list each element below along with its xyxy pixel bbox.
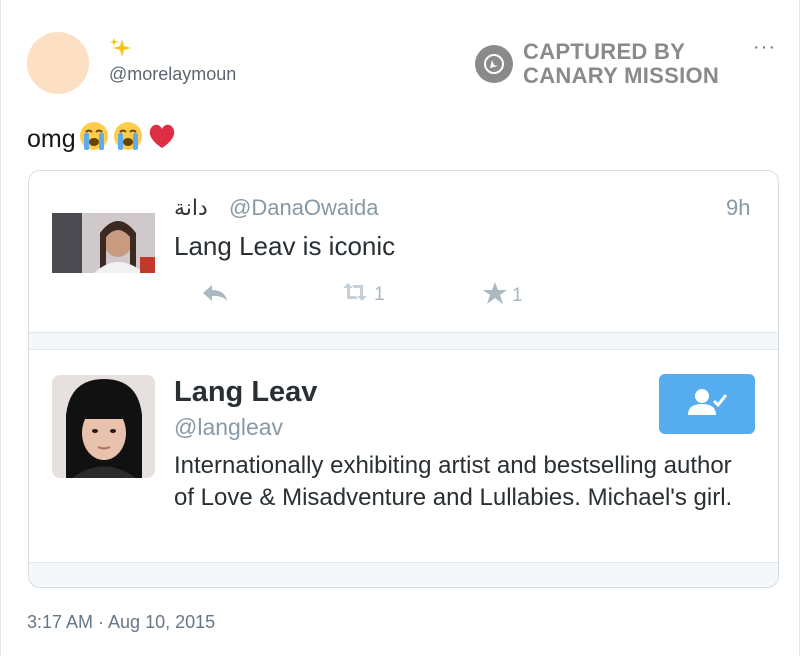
quoted-author-avatar[interactable] [52,213,155,273]
heart-icon [146,120,178,159]
watermark-line-1: CAPTURED BY [523,39,686,64]
user-card-avatar[interactable] [52,375,155,478]
crying-face-icon [78,120,110,159]
tweet-body: omg [27,120,178,159]
quoted-card[interactable]: دانة @DanaOwaida 9h Lang Leav is iconic [28,170,779,588]
quoted-tweet[interactable]: دانة @DanaOwaida 9h Lang Leav is iconic [29,171,778,333]
user-card[interactable]: Lang Leav @langleav Internationally exhi… [29,349,778,563]
favorite-count: 1 [512,285,523,306]
user-card-bio: Internationally exhibiting artist and be… [174,452,733,511]
author-avatar[interactable] [27,32,89,94]
quoted-author-handle[interactable]: @DanaOwaida [229,195,379,221]
quoted-author-name[interactable]: دانة [174,195,208,221]
tweet-text: omg [27,125,76,153]
quoted-text: Lang Leav is iconic [174,231,396,261]
quoted-actions: 1 1 [174,281,534,311]
reply-icon[interactable] [200,281,230,305]
tweet-timestamp[interactable]: 3:17 AM · Aug 10, 2015 [27,612,215,633]
retweet-button[interactable]: 1 [340,281,385,309]
retweet-count: 1 [374,284,385,305]
tweet-frame: @morelaymoun CAPTURED BY CANARY MISSION … [0,0,800,656]
canary-mission-watermark: CAPTURED BY CANARY MISSION [475,40,719,88]
following-button[interactable] [659,374,755,434]
author-handle[interactable]: @morelaymoun [109,64,236,85]
canary-logo-icon [475,45,513,83]
retweet-icon [340,281,370,309]
star-icon [482,281,508,311]
favorite-button[interactable]: 1 [482,281,523,311]
user-card-name[interactable]: Lang Leav [174,376,317,409]
watermark-line-2: CANARY MISSION [523,63,720,88]
quoted-timestamp[interactable]: 9h [726,195,750,221]
crying-face-icon [112,120,144,159]
sparkles-icon [109,37,133,61]
more-options-icon[interactable]: ··· [753,36,776,59]
user-card-handle[interactable]: @langleav [174,414,283,441]
user-check-icon [686,387,728,422]
